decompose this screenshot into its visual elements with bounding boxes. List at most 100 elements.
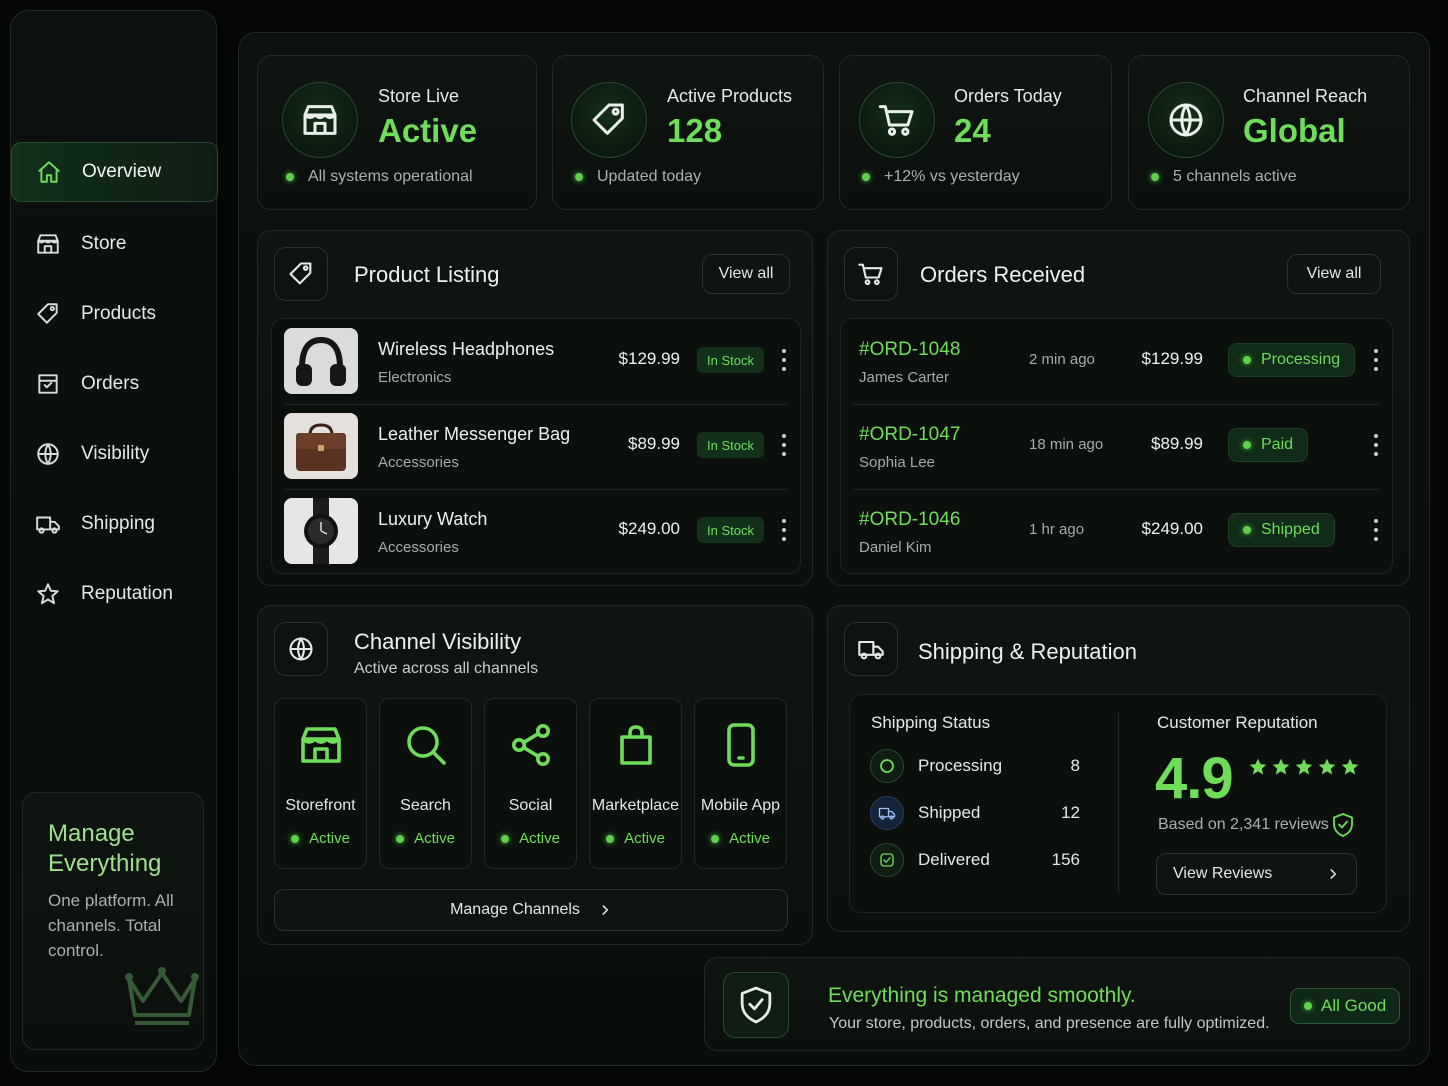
more-options-icon[interactable]: [1370, 434, 1382, 456]
list-item[interactable]: Wireless Headphones Electronics $129.99 …: [272, 319, 800, 404]
promo-text: One platform. All channels. Total contro…: [48, 891, 174, 960]
channel-name: Search: [400, 797, 451, 814]
channel-status: Active: [380, 830, 471, 847]
sidebar-item-shipping[interactable]: Shipping: [11, 494, 218, 554]
rating-value: 4.9: [1155, 746, 1234, 811]
more-options-icon[interactable]: [778, 519, 790, 541]
sidebar-item-label: Shipping: [81, 513, 155, 534]
truck-icon: [870, 796, 904, 830]
channel-name: Social: [508, 797, 553, 814]
table-row[interactable]: #ORD-1048 James Carter 2 min ago $129.99…: [841, 319, 1392, 404]
truck-icon: [36, 516, 60, 534]
sidebar-item-orders[interactable]: Orders: [11, 354, 218, 414]
view-reviews-label: View Reviews: [1173, 865, 1273, 882]
stat-value: Global: [1243, 112, 1346, 149]
channel-name: Marketplace: [591, 797, 680, 814]
channel-mobile-app[interactable]: Mobile App Active: [694, 698, 787, 869]
order-amount: $129.99: [1141, 349, 1203, 368]
sidebar-item-store[interactable]: Store: [11, 214, 218, 274]
divider: [1118, 713, 1119, 893]
share-icon: [511, 724, 550, 766]
product-listing-card: Product Listing View all Wireless Headph…: [257, 230, 813, 586]
home-icon: [38, 161, 60, 183]
orders-view-all-button[interactable]: View all: [1287, 254, 1381, 294]
order-customer: Daniel Kim: [859, 539, 932, 556]
stat-card-channel-reach: Channel Reach Global 5 channels active: [1128, 55, 1410, 210]
star-icon: [1341, 758, 1359, 775]
view-reviews-button[interactable]: View Reviews: [1156, 853, 1357, 895]
more-options-icon[interactable]: [778, 434, 790, 456]
channel-visibility-card: Channel Visibility Active across all cha…: [257, 605, 813, 945]
banner-text: Your store, products, orders, and presen…: [829, 1015, 1270, 1032]
tag-icon: [274, 247, 328, 301]
manage-channels-button[interactable]: Manage Channels: [274, 889, 788, 931]
order-time: 2 min ago: [1029, 351, 1095, 368]
truck-icon: [844, 622, 898, 676]
channel-visibility-title: Channel Visibility: [354, 629, 522, 654]
shipping-row-delivered: Delivered 156: [870, 842, 1080, 878]
shipping-reputation-card: Shipping & Reputation Shipping Status Pr…: [827, 605, 1410, 932]
status-banner: Everything is managed smoothly. Your sto…: [704, 957, 1410, 1051]
products-view-all-button[interactable]: View all: [702, 254, 790, 294]
channel-name: Mobile App: [700, 797, 781, 814]
shipping-row-label: Delivered: [918, 850, 990, 869]
channel-marketplace[interactable]: Marketplace Active: [589, 698, 682, 869]
stat-sub: All systems operational: [286, 168, 473, 186]
shipping-row-value: 8: [1070, 756, 1080, 775]
globe-icon: [1148, 82, 1224, 158]
sidebar-item-label: Overview: [82, 161, 162, 182]
product-price: $129.99: [618, 349, 680, 368]
bag-image: [284, 413, 358, 479]
sidebar-item-products[interactable]: Products: [11, 284, 218, 344]
list-item[interactable]: Luxury Watch Accessories $249.00 In Stoc…: [272, 489, 800, 574]
order-id: #ORD-1048: [859, 339, 961, 360]
stat-card-store-live: Store Live Active All systems operationa…: [257, 55, 537, 210]
channel-storefront[interactable]: Storefront Active: [274, 698, 367, 869]
globe-icon: [37, 443, 59, 465]
bag-icon: [619, 725, 652, 765]
channel-social[interactable]: Social Active: [484, 698, 577, 869]
shield-check-icon: [723, 972, 789, 1038]
processing-icon: [870, 749, 904, 783]
product-name: Luxury Watch: [378, 509, 488, 529]
more-options-icon[interactable]: [778, 349, 790, 371]
customer-reputation-title: Customer Reputation: [1157, 713, 1318, 732]
table-row[interactable]: #ORD-1047 Sophia Lee 18 min ago $89.99 P…: [841, 404, 1392, 489]
store-icon: [37, 234, 59, 254]
channel-status: Active: [695, 830, 786, 847]
more-options-icon[interactable]: [1370, 519, 1382, 541]
product-price: $89.99: [628, 434, 680, 453]
sidebar-item-reputation[interactable]: Reputation: [11, 564, 218, 624]
cart-icon: [844, 247, 898, 301]
channel-search[interactable]: Search Active: [379, 698, 472, 869]
sidebar-item-label: Orders: [81, 373, 140, 394]
sidebar-item-overview[interactable]: Overview: [11, 142, 218, 202]
product-category: Electronics: [378, 369, 452, 386]
all-good-badge: All Good: [1290, 988, 1401, 1024]
order-time: 1 hr ago: [1029, 521, 1085, 538]
star-icon: [1318, 758, 1336, 775]
shipping-row-processing: Processing 8: [870, 748, 1080, 784]
sidebar-item-visibility[interactable]: Visibility: [11, 424, 218, 484]
delivered-icon: [870, 843, 904, 877]
orders-received-title: Orders Received: [920, 262, 1086, 287]
phone-icon: [726, 723, 755, 767]
shipping-reputation-title: Shipping & Reputation: [918, 639, 1137, 664]
promo-title: Manage Everything: [48, 820, 162, 877]
status-badge: In Stock: [697, 347, 764, 373]
shipping-row-label: Shipped: [918, 803, 981, 822]
more-options-icon[interactable]: [1370, 349, 1382, 371]
status-badge: Processing: [1228, 343, 1356, 377]
stat-card-active-products: Active Products 128 Updated today: [552, 55, 824, 210]
status-badge: Paid: [1228, 428, 1309, 462]
product-name: Wireless Headphones: [378, 339, 555, 359]
table-row[interactable]: #ORD-1046 Daniel Kim 1 hr ago $249.00 Sh…: [841, 489, 1392, 574]
orders-icon: [38, 374, 58, 394]
order-customer: James Carter: [859, 369, 950, 386]
stat-value: 24: [954, 112, 991, 149]
chevron-right-icon: [602, 905, 609, 915]
product-price: $249.00: [618, 519, 680, 538]
list-item[interactable]: Leather Messenger Bag Accessories $89.99…: [272, 404, 800, 489]
order-amount: $249.00: [1141, 519, 1203, 538]
orders-received-card: Orders Received View all #ORD-1048 James…: [827, 230, 1410, 586]
